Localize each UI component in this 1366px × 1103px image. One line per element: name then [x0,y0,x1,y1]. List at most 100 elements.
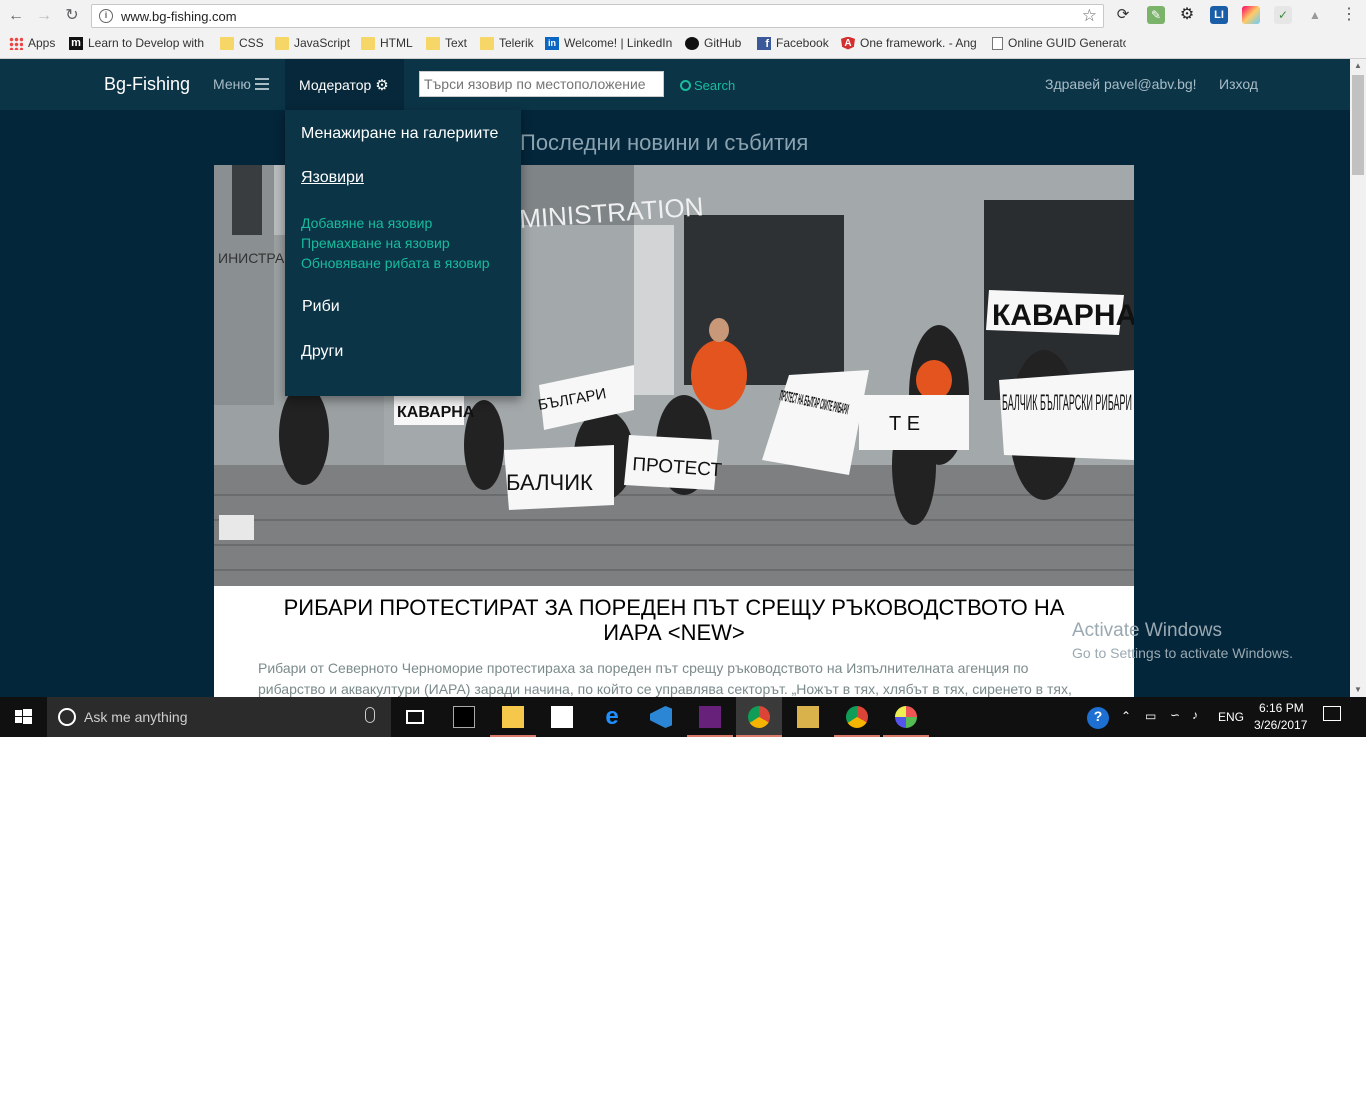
search-button[interactable]: Search [680,78,735,93]
dams-heading[interactable]: Язовири [301,169,364,187]
bookmark-angular[interactable]: A One framework. - Ang [841,36,976,50]
bookmark-star-icon[interactable]: ☆ [1082,6,1097,26]
bookmark-label: JavaScript [294,36,351,50]
search-icon [680,80,691,91]
bookmark-label: Welcome! | LinkedIn [564,36,673,50]
taskbar-chrome[interactable] [834,697,880,737]
article-title[interactable]: РИБАРИ ПРОТЕСТИРАТ ЗА ПОРЕДЕН ПЪТ СРЕЩУ … [254,595,1094,645]
language-indicator[interactable]: ENG [1218,710,1244,724]
bookmark-text[interactable]: Text [426,36,467,50]
cortana-search-box[interactable]: Ask me anything [47,697,391,737]
clock-time[interactable]: 6:16 PM [1259,701,1304,715]
volume-icon[interactable]: ♪ [1192,708,1198,722]
paint-icon [895,706,917,728]
photo-sign-3: КАВАРНА [397,404,475,421]
menu-link[interactable]: Меню [213,76,269,92]
edge-icon: e [605,703,619,730]
taskbar-edge[interactable]: e [589,697,635,737]
taskbar-chrome-active[interactable] [736,697,782,737]
screen: ← → ↻ i www.bg-fishing.com ☆ ⟳ ✎ ⚙ LI ✓ … [0,0,1366,737]
bookmark-css[interactable]: CSS [220,36,264,50]
bookmark-javascript[interactable]: JavaScript [275,36,350,50]
bookmark-apps[interactable]: Apps [9,36,55,50]
taskbar-paint[interactable] [883,697,929,737]
action-center-icon[interactable] [1323,706,1341,721]
taskbar-vscode[interactable] [638,697,684,737]
extension-sync-icon[interactable]: ⟳ [1114,6,1132,24]
dam-search-input[interactable] [419,71,664,97]
greeting-link[interactable]: Здравей pavel@abv.bg! [1045,76,1197,92]
apps-grid-icon [9,36,23,50]
folder-icon [220,36,234,50]
extension-gear-icon[interactable]: ⚙ [1178,6,1196,24]
forward-icon[interactable]: → [34,6,54,26]
remove-dam-link[interactable]: Премахване на язовир [301,235,450,251]
scroll-thumb[interactable] [1352,75,1364,175]
bookmark-github[interactable]: GitHub [685,36,741,50]
add-dam-link[interactable]: Добавяне на язовир [301,215,432,231]
start-button[interactable] [0,697,47,737]
facebook-icon: f [757,36,771,50]
moderator-label: Модератор [299,77,372,93]
taskbar-store[interactable] [539,697,585,737]
bookmark-label: Online GUID Generato [1008,36,1126,50]
page-scrollbar[interactable]: ▲ ▼ [1350,59,1366,697]
terminal-icon [453,706,475,728]
watermark-line2: Go to Settings to activate Windows. [1072,645,1293,661]
scroll-down-icon[interactable]: ▼ [1350,683,1366,697]
folder-icon [361,36,375,50]
extension-li-icon[interactable]: LI [1210,6,1228,24]
photo-sign-5: Т Е [889,413,920,435]
bookmark-learn[interactable]: m Learn to Develop with [69,36,204,50]
address-bar[interactable]: i www.bg-fishing.com ☆ [91,4,1104,28]
folder-icon [502,706,524,728]
scroll-up-icon[interactable]: ▲ [1350,59,1366,73]
address-url[interactable]: www.bg-fishing.com [121,9,237,24]
wifi-icon[interactable]: ∽ [1170,708,1180,722]
activate-windows-watermark: Activate Windows Go to Settings to activ… [1072,620,1293,661]
manage-galleries-item[interactable]: Менажиране на галериите [301,125,498,143]
clock-date[interactable]: 3/26/2017 [1254,718,1307,732]
taskbar-tools[interactable] [785,697,831,737]
moderator-dropdown-menu: Менажиране на галериите Язовири Добавяне… [285,110,521,396]
extension-triangle-icon[interactable]: ▲ [1306,6,1324,24]
help-icon[interactable]: ? [1087,707,1109,729]
back-icon[interactable]: ← [6,6,26,26]
cortana-placeholder: Ask me anything [84,709,188,725]
bookmark-telerik[interactable]: Telerik [480,36,534,50]
taskbar-visual-studio[interactable] [687,697,733,737]
cortana-icon [58,708,76,726]
logout-link[interactable]: Изход [1219,76,1258,92]
vscode-icon [650,706,672,728]
extension-check-icon[interactable]: ✓ [1274,6,1292,24]
other-item[interactable]: Други [301,343,343,361]
folder-icon [480,36,494,50]
gear-icon: ⚙ [375,77,389,94]
browser-chrome: ← → ↻ i www.bg-fishing.com ☆ ⟳ ✎ ⚙ LI ✓ … [0,0,1366,59]
photo-sign-7: БАЛЧИК [506,470,593,495]
info-icon[interactable]: i [99,9,113,23]
task-view-button[interactable] [392,697,438,737]
taskbar-cmd[interactable] [441,697,487,737]
microphone-icon[interactable] [365,707,375,723]
chrome-menu-icon[interactable]: ⋮ [1340,6,1358,24]
moderator-tab[interactable]: Модератор ⚙ [285,59,404,110]
bookmark-guid[interactable]: Online GUID Generato [992,36,1126,50]
linkedin-icon: in [545,36,559,50]
update-fish-link[interactable]: Обновяване рибата в язовир [301,255,489,271]
bookmark-facebook[interactable]: f Facebook [757,36,829,50]
extension-color-icon[interactable] [1242,6,1260,24]
bookmarks-bar: Apps m Learn to Develop with CSS JavaScr… [0,33,1366,55]
taskbar-explorer[interactable] [490,697,536,737]
github-icon [685,36,699,50]
tools-icon [797,706,819,728]
site-brand[interactable]: Bg-Fishing [104,74,190,95]
battery-icon[interactable]: ▭ [1145,709,1156,723]
fish-item[interactable]: Риби [302,298,340,316]
reload-icon[interactable]: ↻ [62,6,82,26]
extension-eyedropper-icon[interactable]: ✎ [1147,6,1165,24]
bookmark-linkedin[interactable]: in Welcome! | LinkedIn [545,36,672,50]
bookmark-html[interactable]: HTML [361,36,413,50]
show-hidden-icons-icon[interactable]: ⌃ [1121,709,1131,723]
site-navbar: Bg-Fishing Меню Модератор ⚙ Search Здрав… [0,59,1350,110]
